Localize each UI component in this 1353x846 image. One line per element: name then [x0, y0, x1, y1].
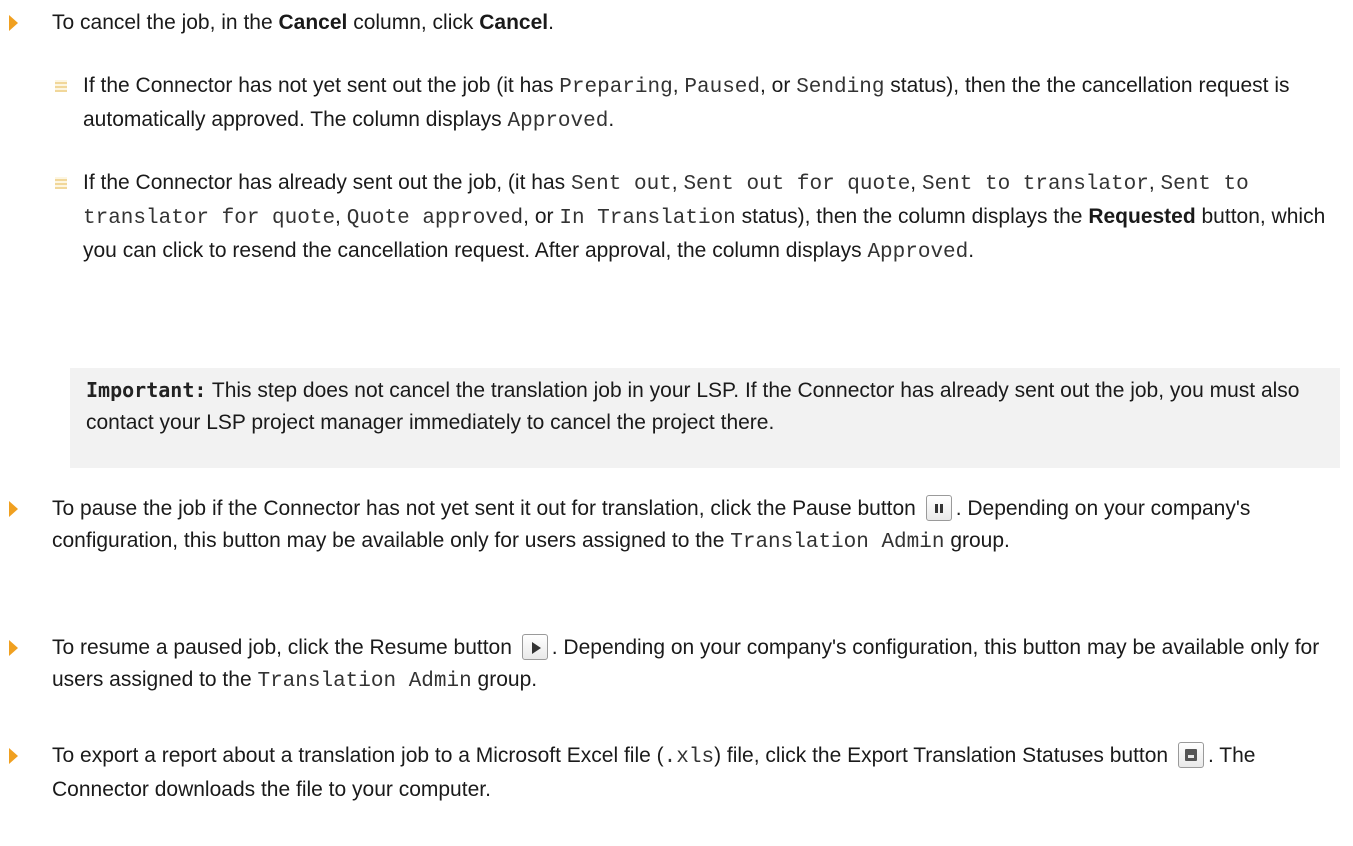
export-icon — [1177, 742, 1204, 768]
bullet-export-report: To export a report about a translation j… — [9, 740, 1342, 806]
text: . — [548, 11, 554, 34]
orange-arrow-icon — [9, 501, 18, 517]
bullet-cancel-job: To cancel the job, in the Cancel column,… — [9, 7, 1342, 39]
text: . — [968, 239, 975, 262]
text: , or — [760, 74, 797, 97]
bold-text: Cancel — [479, 11, 549, 34]
text: group. — [944, 529, 1010, 552]
sub-bullet-not-sent: If the Connector has not yet sent out th… — [55, 70, 1343, 138]
text: To cancel the job, in the — [52, 11, 279, 34]
text: , — [335, 205, 347, 228]
orange-arrow-icon — [9, 640, 18, 656]
sub-bullet-already-sent: If the Connector has already sent out th… — [55, 167, 1343, 269]
bullet-resume-job: To resume a paused job, click the Resume… — [9, 632, 1342, 698]
text: , — [910, 171, 922, 194]
status-code: Sent to translator — [921, 173, 1149, 196]
group-name: Translation Admin — [730, 531, 945, 554]
bold-text: Cancel — [278, 11, 348, 34]
text: To resume a paused job, click the Resume… — [52, 636, 518, 659]
status-code: Paused — [684, 76, 761, 99]
play-icon — [521, 634, 548, 660]
text: . — [608, 108, 615, 131]
text: , or — [523, 205, 560, 228]
text: , — [671, 171, 684, 194]
text: , — [1148, 171, 1161, 194]
square-bullet-icon — [55, 80, 67, 92]
important-note: Important: This step does not cancel the… — [70, 368, 1340, 468]
group-name: Translation Admin — [257, 670, 472, 693]
text: If the Connector has already sent out th… — [83, 171, 571, 194]
status-code: Approved — [507, 110, 609, 133]
text: group. — [471, 668, 538, 691]
status-code: Sent out for quote — [683, 173, 911, 196]
pause-icon — [925, 495, 952, 521]
note-label: Important: — [86, 378, 207, 402]
status-code: Sent out — [570, 173, 672, 196]
text: If the Connector has not yet sent out th… — [83, 74, 560, 97]
square-bullet-icon — [55, 177, 67, 189]
status-code: In Translation — [559, 207, 736, 230]
text: To export a report about a translation j… — [52, 744, 664, 767]
orange-arrow-icon — [9, 15, 18, 31]
status-code: Preparing — [559, 76, 673, 99]
note-text: This step does not cancel the translatio… — [86, 379, 1300, 434]
status-code: Approved — [867, 241, 969, 264]
bold-text: Requested — [1088, 205, 1196, 228]
text: column, click — [347, 11, 480, 34]
orange-arrow-icon — [9, 748, 18, 764]
text: , — [672, 74, 685, 97]
text: status), then the column displays the — [735, 205, 1089, 228]
text: ) file, click the Export Translation Sta… — [714, 744, 1174, 767]
text: To pause the job if the Connector has no… — [52, 497, 922, 520]
bullet-pause-job: To pause the job if the Connector has no… — [9, 493, 1342, 559]
file-extension: .xls — [663, 746, 715, 769]
status-code: Sending — [796, 76, 885, 99]
status-code: Quote approved — [346, 207, 524, 230]
